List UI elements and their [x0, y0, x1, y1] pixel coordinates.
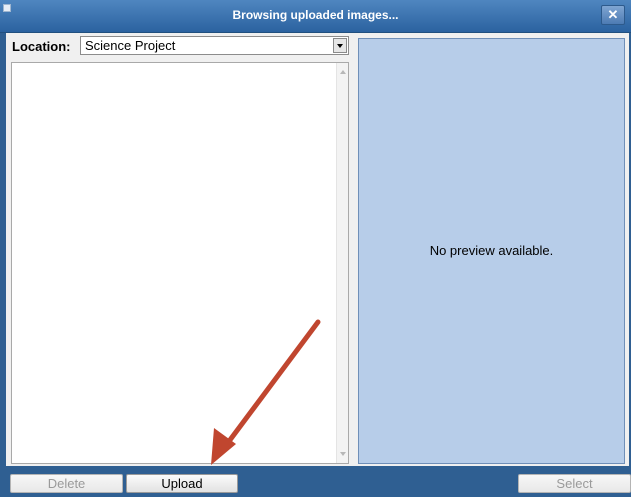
- select-button[interactable]: Select: [518, 474, 631, 493]
- preview-message: No preview available.: [429, 243, 554, 258]
- location-selected-value: Science Project: [85, 38, 176, 53]
- image-file-list[interactable]: [11, 62, 349, 464]
- dropdown-button[interactable]: [333, 38, 347, 53]
- location-dropdown[interactable]: Science Project: [80, 36, 349, 55]
- title-bar[interactable]: Browsing uploaded images... ✕: [0, 0, 631, 33]
- scroll-up-icon[interactable]: [340, 70, 346, 74]
- image-browser-dialog: Browsing uploaded images... ✕ Location: …: [0, 0, 631, 497]
- upload-button[interactable]: Upload: [126, 474, 238, 493]
- dialog-title: Browsing uploaded images...: [232, 8, 399, 22]
- file-list-scrollbar[interactable]: [336, 63, 348, 463]
- dialog-body: Location: Science Project No preview ava…: [6, 33, 629, 466]
- chevron-down-icon: [337, 44, 343, 48]
- delete-button[interactable]: Delete: [10, 474, 123, 493]
- button-bar: Delete Upload Select: [0, 466, 631, 497]
- close-button[interactable]: ✕: [601, 5, 625, 25]
- image-preview-panel: No preview available.: [358, 38, 625, 464]
- scroll-down-icon[interactable]: [340, 452, 346, 456]
- location-label: Location:: [12, 39, 71, 54]
